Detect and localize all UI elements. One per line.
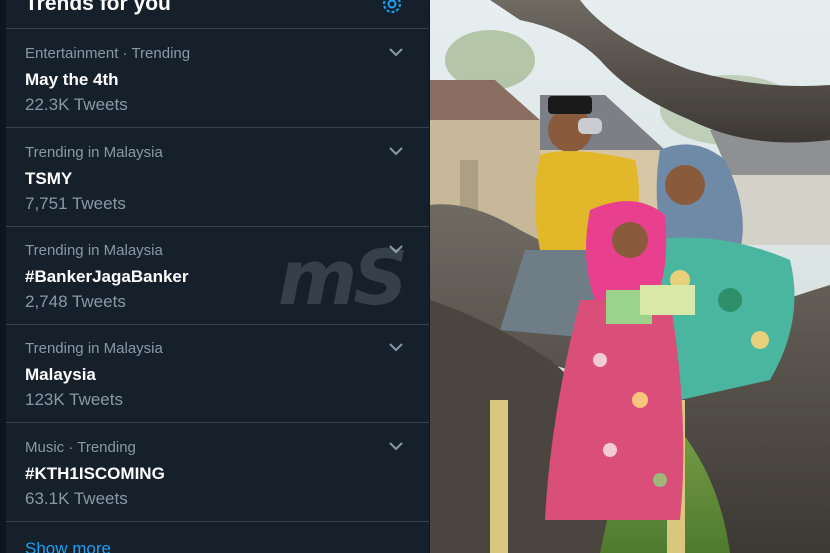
trend-context: Music · Trending	[25, 439, 136, 456]
chevron-down-icon[interactable]	[386, 242, 406, 256]
trend-tweet-count: 2,748 Tweets	[25, 292, 126, 311]
trends-panel: Trends for you Entertainment · Trending …	[6, 0, 429, 553]
chevron-down-icon[interactable]	[386, 144, 406, 158]
trend-item-2[interactable]: Trending in Malaysia TSMY 7,751 Tweets	[6, 128, 429, 227]
trend-tweet-count: 7,751 Tweets	[25, 194, 126, 213]
trend-item-1[interactable]: Entertainment · Trending May the 4th 22.…	[6, 29, 429, 128]
children-on-tree-photo	[430, 0, 830, 553]
trend-tweet-count: 123K Tweets	[25, 390, 123, 409]
trend-context: Entertainment · Trending	[25, 45, 191, 62]
show-more-link[interactable]: Show more	[25, 538, 111, 553]
trends-header: Trends for you	[6, 0, 429, 29]
gear-icon[interactable]	[380, 0, 404, 16]
chevron-down-icon[interactable]	[386, 45, 406, 59]
trend-name: TSMY	[25, 169, 73, 188]
trend-item-4[interactable]: Trending in Malaysia Malaysia 123K Tweet…	[6, 324, 429, 423]
photo	[430, 0, 830, 553]
trend-context: Trending in Malaysia	[25, 144, 163, 161]
trend-name: #BankerJagaBanker	[25, 267, 189, 286]
trend-context: Trending in Malaysia	[25, 340, 163, 357]
trend-item-3[interactable]: Trending in Malaysia #BankerJagaBanker 2…	[6, 226, 429, 325]
chevron-down-icon[interactable]	[386, 439, 406, 453]
trend-name: #KTH1ISCOMING	[25, 464, 165, 483]
trend-tweet-count: 63.1K Tweets	[25, 489, 128, 508]
trend-tweet-count: 22.3K Tweets	[25, 95, 128, 114]
trend-name: Malaysia	[25, 365, 96, 384]
trend-context: Trending in Malaysia	[25, 242, 163, 259]
chevron-down-icon[interactable]	[386, 340, 406, 354]
trend-name: May the 4th	[25, 70, 119, 89]
trend-item-5[interactable]: Music · Trending #KTH1ISCOMING 63.1K Twe…	[6, 423, 429, 522]
trends-title: Trends for you	[25, 0, 171, 15]
